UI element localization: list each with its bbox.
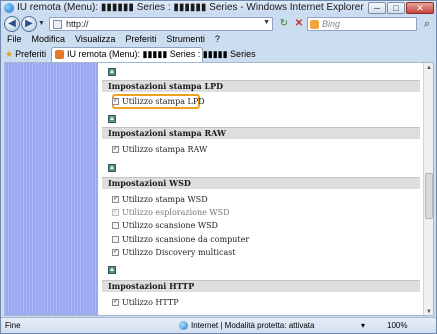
favorites-label: Preferiti — [15, 49, 47, 59]
caption-buttons: ─ □ ✕ — [368, 2, 434, 14]
star-icon: ★ — [5, 49, 14, 59]
checkbox-unchecked-icon[interactable] — [112, 222, 119, 229]
option-label: Utilizzo stampa RAW — [122, 145, 208, 154]
close-button[interactable]: ✕ — [406, 2, 434, 14]
scroll-down-icon[interactable]: ▼ — [425, 308, 433, 315]
option-label: Utilizzo HTTP — [122, 298, 179, 307]
checkbox-disabled-icon: ✓ — [112, 209, 119, 216]
collapse-icon[interactable]: ▲ — [108, 164, 116, 172]
option-label: Utilizzo esplorazione WSD — [122, 208, 230, 217]
address-input[interactable]: http:// — [66, 19, 89, 29]
forward-button[interactable]: ▶ — [21, 16, 37, 32]
scroll-thumb[interactable] — [425, 173, 433, 219]
tab-title: IU remota (Menu): ▮▮▮▮▮ Series : ▮▮▮▮▮ S… — [67, 49, 256, 59]
checkbox-checked-icon[interactable]: ✓ — [112, 249, 119, 256]
favorites-button[interactable]: ★ Preferiti — [5, 48, 46, 60]
option-label: Utilizzo scansione WSD — [122, 221, 218, 230]
section-header-lpd: Impostazioni stampa LPD — [102, 80, 420, 92]
status-tools-button[interactable]: ▾ — [361, 318, 365, 333]
collapse-icon[interactable]: ▲ — [108, 68, 116, 76]
settings-page: ▲ Impostazioni stampa LPD ✓ Utilizzo sta… — [98, 63, 425, 315]
page-viewport: ▲ Impostazioni stampa LPD ✓ Utilizzo sta… — [4, 62, 434, 316]
address-bar[interactable]: http:// ▼ — [49, 17, 273, 31]
section-header-http: Impostazioni HTTP — [102, 280, 420, 292]
menu-help[interactable]: ? — [215, 33, 220, 45]
recent-pages-chevron-down-icon[interactable]: ▼ — [38, 20, 45, 27]
address-chevron-down-icon[interactable]: ▼ — [263, 19, 270, 26]
section-header-wsd: Impostazioni WSD — [102, 177, 420, 189]
option-label: Utilizzo Discovery multicast — [122, 248, 236, 257]
search-box[interactable]: Bing — [307, 17, 417, 31]
checkbox-checked-icon[interactable]: ✓ — [112, 196, 119, 203]
search-icon[interactable]: ⌕ — [420, 17, 434, 31]
menu-file[interactable]: File — [7, 33, 22, 45]
back-button[interactable]: ◀ — [4, 16, 20, 32]
status-text: Fine — [5, 321, 21, 330]
internet-explorer-icon — [4, 3, 14, 13]
scroll-up-icon[interactable]: ▲ — [425, 64, 433, 72]
section-title: Impostazioni stampa LPD — [108, 81, 224, 91]
collapse-icon[interactable]: ▲ — [108, 266, 116, 274]
window-title: IU remota (Menu): ▮▮▮▮▮▮ Series : ▮▮▮▮▮▮… — [17, 2, 364, 13]
section-title: Impostazioni WSD — [108, 178, 191, 188]
tab-bar: ★ Preferiti IU remota (Menu): ▮▮▮▮▮ Serie… — [1, 45, 436, 62]
option-label: Utilizzo scansione da computer — [122, 235, 250, 244]
vertical-scrollbar[interactable]: ▲ ▼ — [423, 63, 433, 315]
status-bar: Fine Internet | Modalità protetta: attiv… — [1, 317, 436, 333]
checkbox-checked-icon[interactable]: ✓ — [112, 299, 119, 306]
section-title: Impostazioni HTTP — [108, 281, 195, 291]
page-icon — [53, 20, 62, 29]
menu-modifica[interactable]: Modifica — [32, 33, 66, 45]
navigation-bar: ◀ ▶ ▼ http:// ▼ ↻ ✕ Bing ⌕ — [1, 15, 436, 33]
checkbox-checked-icon[interactable]: ✓ — [112, 146, 119, 153]
browser-window: IU remota (Menu): ▮▮▮▮▮▮ Series : ▮▮▮▮▮▮… — [0, 0, 437, 334]
checkbox-unchecked-icon[interactable] — [112, 236, 119, 243]
maximize-button[interactable]: □ — [387, 2, 405, 14]
menu-bar: File Modifica Visualizza Preferiti Strum… — [1, 33, 436, 45]
section-header-raw: Impostazioni stampa RAW — [102, 127, 420, 139]
site-icon — [55, 50, 64, 59]
security-zone[interactable]: Internet | Modalità protetta: attivata — [191, 318, 314, 333]
section-title: Impostazioni stampa RAW — [108, 128, 226, 138]
collapse-icon[interactable]: ▲ — [108, 115, 116, 123]
option-label: Utilizzo stampa LPD — [122, 97, 205, 106]
search-input[interactable]: Bing — [322, 19, 340, 29]
stop-button[interactable]: ✕ — [292, 17, 306, 31]
sidebar-panel — [5, 63, 98, 315]
tab-active[interactable]: IU remota (Menu): ▮▮▮▮▮ Series : ▮▮▮▮▮ S… — [51, 47, 256, 62]
option-label: Utilizzo stampa WSD — [122, 195, 208, 204]
refresh-button[interactable]: ↻ — [277, 17, 291, 31]
title-bar: IU remota (Menu): ▮▮▮▮▮▮ Series : ▮▮▮▮▮▮… — [1, 1, 436, 15]
globe-icon — [179, 321, 188, 330]
menu-strumenti[interactable]: Strumenti — [166, 33, 205, 45]
zoom-level[interactable]: 100% — [387, 318, 407, 333]
menu-preferiti[interactable]: Preferiti — [125, 33, 156, 45]
menu-visualizza[interactable]: Visualizza — [75, 33, 115, 45]
bing-icon — [310, 20, 319, 29]
minimize-button[interactable]: ─ — [368, 2, 386, 14]
checkbox-checked-icon[interactable]: ✓ — [112, 98, 119, 105]
